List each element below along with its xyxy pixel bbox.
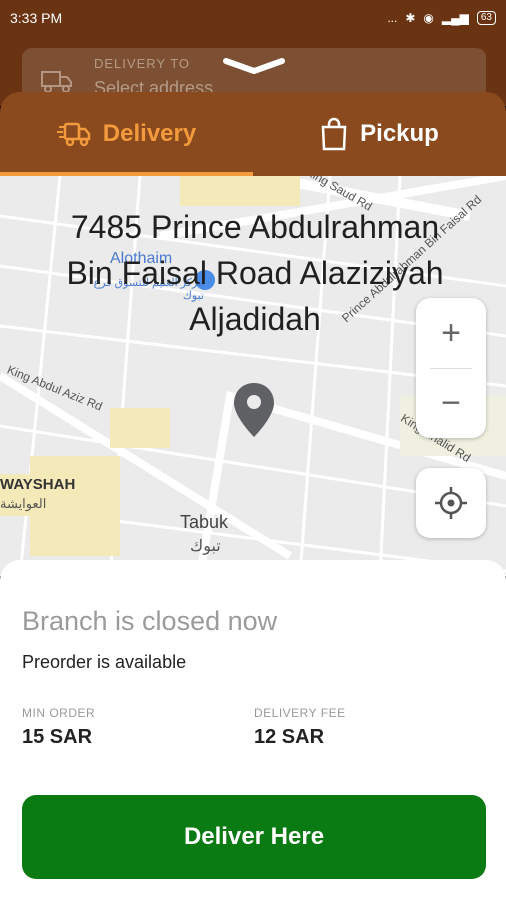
tab-pickup-label: Pickup <box>360 120 439 147</box>
chevron-down-icon[interactable] <box>222 57 286 75</box>
selected-address-text: 7485 Prince Abdulrahman Bin Faisal Road … <box>66 209 444 337</box>
min-order-block: MIN ORDER 15 SAR <box>22 706 95 749</box>
deliver-here-button[interactable]: Deliver Here <box>22 795 486 879</box>
tab-pickup[interactable]: Pickup <box>253 92 506 176</box>
city-label-tabuk: Tabuk <box>180 512 229 532</box>
truck-icon <box>41 71 72 93</box>
order-type-tabs: Delivery Pickup <box>0 92 506 176</box>
signal-dots: ... <box>387 11 398 25</box>
preorder-text: Preorder is available <box>22 652 187 672</box>
status-time: 3:33 PM <box>10 10 63 26</box>
delivery-truck-icon <box>56 122 91 147</box>
zoom-divider <box>430 368 472 369</box>
cell-signal-icon: ▂▄▆ <box>441 11 469 25</box>
map-view[interactable]: King Saud Rd Prince Abdulrahman Bin Fais… <box>0 176 506 576</box>
delivery-fee-label: DELIVERY FEE <box>254 706 346 720</box>
wifi-icon: ◉ <box>423 11 434 25</box>
min-order-label: MIN ORDER <box>22 706 96 720</box>
bluetooth-icon: ✱ <box>405 11 416 25</box>
crosshair-icon <box>435 487 467 519</box>
tab-delivery[interactable]: Delivery <box>0 92 253 176</box>
my-location-button[interactable] <box>416 468 486 538</box>
district-label-wayshah-ar: العوايشة <box>0 496 47 511</box>
tab-delivery-label: Delivery <box>102 120 197 147</box>
status-bar: 3:33 PM ... ✱ ◉ ▂▄▆ 63 <box>0 0 506 36</box>
delivery-fee-value: 12 SAR <box>254 726 325 748</box>
district-label-wayshah: WAYSHAH <box>0 476 76 493</box>
branch-info-sheet: Branch is closed now Preorder is availab… <box>0 560 506 900</box>
shopping-bag-icon <box>321 117 347 151</box>
city-label-tabuk-ar: تبوك <box>190 538 221 555</box>
zoom-out-button[interactable]: − <box>416 368 486 438</box>
branch-status-text: Branch is closed now <box>22 606 278 636</box>
status-icons: ... ✱ ◉ ▂▄▆ 63 <box>387 11 496 25</box>
min-order-value: 15 SAR <box>22 726 93 748</box>
delivery-to-label: DELIVERY TO <box>94 56 191 71</box>
location-pin-icon <box>234 383 274 437</box>
battery-icon: 63 <box>476 11 496 25</box>
delivery-fee-block: DELIVERY FEE 12 SAR <box>254 706 346 749</box>
zoom-controls: + − <box>416 298 486 438</box>
zoom-in-button[interactable]: + <box>416 298 486 368</box>
